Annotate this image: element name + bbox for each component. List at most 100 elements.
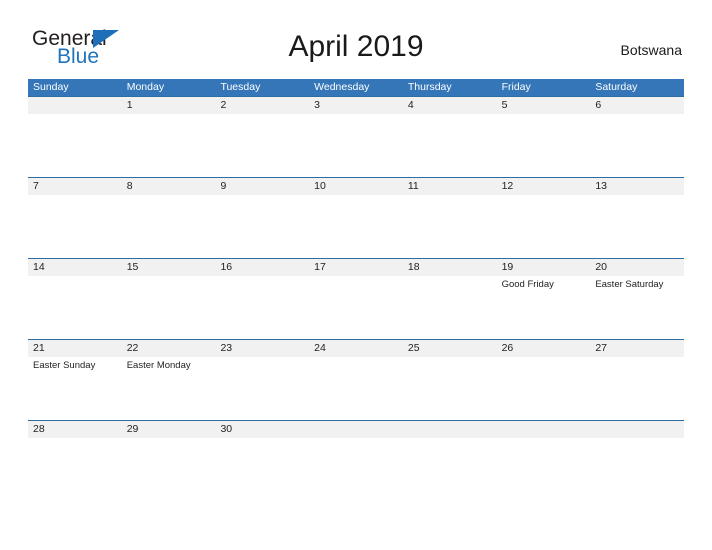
- weekday-thursday: Thursday: [407, 81, 452, 93]
- day-event: [314, 357, 403, 359]
- day-cell[interactable]: [28, 97, 122, 177]
- day-cell[interactable]: 6: [590, 97, 684, 177]
- day-cell[interactable]: 20 Easter Saturday: [590, 259, 684, 339]
- day-cell[interactable]: [309, 421, 403, 448]
- weekday-friday: Friday: [501, 81, 531, 93]
- page-header: General Blue April 2019 Botswana: [0, 0, 712, 67]
- day-cell[interactable]: 13: [590, 178, 684, 258]
- day-cell[interactable]: 12: [497, 178, 591, 258]
- day-number: 19: [501, 261, 514, 273]
- day-cell[interactable]: 25: [403, 340, 497, 420]
- day-event: [33, 114, 122, 116]
- day-event: [314, 114, 403, 116]
- day-cell[interactable]: 23: [215, 340, 309, 420]
- day-event: [33, 195, 122, 197]
- day-cell[interactable]: 26: [497, 340, 591, 420]
- day-event: [502, 357, 591, 359]
- week-row: 1 2 3 4 5 6: [28, 96, 684, 177]
- week-row: 21 Easter Sunday 22 Easter Monday 23 24 25…: [28, 339, 684, 420]
- day-cell[interactable]: 28: [28, 421, 122, 448]
- day-cell[interactable]: 19 Good Friday: [497, 259, 591, 339]
- day-event: [314, 276, 403, 278]
- day-cell[interactable]: [590, 421, 684, 448]
- day-number: 13: [595, 180, 607, 192]
- day-number: 14: [33, 261, 45, 273]
- day-cell[interactable]: 4: [403, 97, 497, 177]
- day-cell[interactable]: 27: [590, 340, 684, 420]
- day-cell[interactable]: 17: [309, 259, 403, 339]
- day-event: [408, 114, 497, 116]
- day-cell[interactable]: 2: [215, 97, 309, 177]
- day-event: [127, 276, 216, 278]
- day-number: 12: [501, 180, 514, 192]
- day-number: 29: [126, 423, 139, 435]
- day-event: [408, 357, 497, 359]
- day-event: [220, 195, 309, 197]
- day-number: 23: [220, 342, 233, 354]
- day-number: 6: [595, 99, 602, 111]
- day-number: 15: [126, 261, 139, 273]
- day-number: 10: [314, 180, 326, 192]
- day-event: [127, 195, 216, 197]
- calendar-grid: Sunday Monday Tuesday Wednesday Thursday…: [28, 79, 684, 448]
- day-cell[interactable]: 29: [122, 421, 216, 448]
- day-cell[interactable]: 15: [122, 259, 216, 339]
- day-cell[interactable]: 1: [122, 97, 216, 177]
- day-number: 9: [220, 180, 227, 192]
- day-cell[interactable]: 21 Easter Sunday: [28, 340, 122, 420]
- day-event: Good Friday: [501, 279, 554, 290]
- day-number: 7: [33, 180, 39, 192]
- day-number: 18: [407, 261, 420, 273]
- day-cell[interactable]: 11: [403, 178, 497, 258]
- week-row: 28 29 30: [28, 420, 684, 448]
- day-event: [220, 438, 309, 440]
- day-number: 5: [501, 99, 508, 111]
- day-cell[interactable]: [403, 421, 497, 448]
- day-number: 3: [314, 99, 320, 111]
- day-event: [408, 438, 497, 440]
- day-cell[interactable]: 16: [215, 259, 309, 339]
- week-row: 7 8 9 10 11 12 13: [28, 177, 684, 258]
- day-number: 28: [33, 423, 45, 435]
- country-label: Botswana: [620, 42, 682, 58]
- day-cell[interactable]: 3: [309, 97, 403, 177]
- day-number: 25: [407, 342, 420, 354]
- day-event: Easter Sunday: [33, 360, 96, 371]
- day-cell[interactable]: 10: [309, 178, 403, 258]
- day-event: [314, 438, 403, 440]
- day-cell[interactable]: 9: [215, 178, 309, 258]
- weekday-sunday: Sunday: [33, 81, 69, 93]
- day-cell[interactable]: 30: [215, 421, 309, 448]
- day-cell[interactable]: 8: [122, 178, 216, 258]
- day-event: [595, 438, 684, 440]
- day-number: 16: [220, 261, 233, 273]
- day-event: [595, 357, 684, 359]
- day-number: 27: [595, 342, 607, 354]
- day-event: [220, 357, 309, 359]
- day-number: 30: [220, 423, 233, 435]
- day-event: [127, 114, 216, 116]
- day-event: [408, 276, 497, 278]
- weekday-monday: Monday: [126, 81, 165, 93]
- day-event: [595, 195, 684, 197]
- day-number: 20: [595, 261, 607, 273]
- day-event: [220, 276, 309, 278]
- day-cell[interactable]: [497, 421, 591, 448]
- day-number: 26: [501, 342, 514, 354]
- day-event: Easter Saturday: [595, 279, 664, 290]
- day-event: [314, 195, 403, 197]
- calendar-page: General Blue April 2019 Botswana Sunday …: [0, 0, 712, 550]
- day-event: [408, 195, 497, 197]
- day-cell[interactable]: 22 Easter Monday: [122, 340, 216, 420]
- day-event: [127, 438, 216, 440]
- page-title: April 2019: [288, 30, 424, 63]
- day-cell[interactable]: 5: [497, 97, 591, 177]
- day-cell[interactable]: 7: [28, 178, 122, 258]
- day-cell[interactable]: 14: [28, 259, 122, 339]
- day-number: 17: [314, 261, 326, 273]
- day-number: 8: [126, 180, 133, 192]
- weekday-saturday: Saturday: [595, 81, 638, 93]
- day-cell[interactable]: 24: [309, 340, 403, 420]
- day-cell[interactable]: 18: [403, 259, 497, 339]
- day-event: Easter Monday: [126, 360, 191, 371]
